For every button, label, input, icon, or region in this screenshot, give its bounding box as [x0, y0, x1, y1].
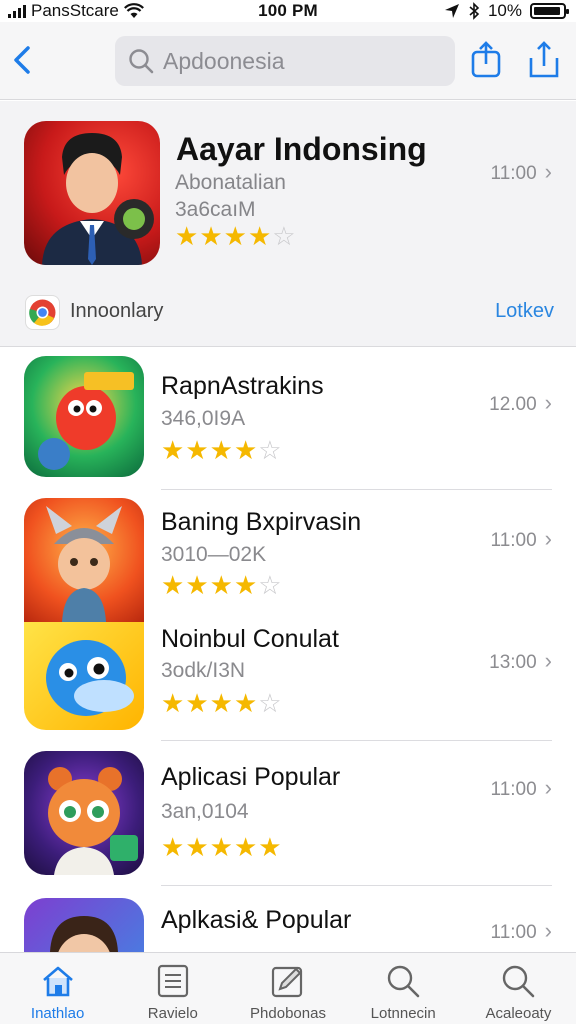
featured-app[interactable]: Aayar Indonsing Abonatalian 3a6caıM ★★★★… [0, 101, 576, 347]
battery-percent: 10% [487, 1, 522, 20]
star-filled-icon: ★ [185, 435, 210, 465]
battery-icon [530, 3, 569, 19]
chevron-right-icon: › [544, 526, 552, 551]
sub-link[interactable]: Lotkev [495, 300, 554, 323]
tab-label: Lotnnecin [370, 1005, 436, 1022]
location-icon [444, 4, 459, 18]
app-meta: 3odk/I3N [161, 659, 246, 682]
tab-edit[interactable]: Phdobonas [230, 953, 345, 1024]
list-item[interactable]: Aplicasi Popular 3an,0104 ★★★★★ 11:00 › [0, 741, 576, 885]
tab-list[interactable]: Ravielo [115, 953, 230, 1024]
app-name: Noinbul Conulat [161, 625, 339, 653]
search-icon [503, 965, 535, 998]
star-empty-icon: ☆ [258, 435, 283, 465]
app-name: Aplicasi Popular [161, 763, 341, 791]
app-name: Baning Bxpirvasin [161, 508, 362, 536]
app-time[interactable]: 13:00 › [489, 648, 552, 674]
star-filled-icon: ★ [209, 688, 234, 718]
star-filled-icon: ★ [161, 435, 186, 465]
star-filled-icon: ★ [258, 832, 283, 862]
tab-label: Acaleoaty [485, 1005, 552, 1022]
star-filled-icon: ★ [175, 221, 200, 251]
back-chevron-icon[interactable] [8, 40, 38, 80]
chevron-right-icon: › [544, 159, 552, 184]
tab-label: Phdobonas [250, 1005, 326, 1022]
share-icon[interactable] [470, 40, 502, 80]
list-item[interactable]: Aplkasi& Popular 11:00 › [0, 886, 576, 952]
list-item[interactable]: RapnAstrakins 346,0I9A ★★★★☆ 12.00 › [0, 348, 576, 488]
app-icon[interactable] [24, 898, 144, 952]
tab-search-2[interactable]: Acaleoaty [461, 953, 576, 1024]
app-meta: 3an,0104 [161, 800, 249, 823]
star-filled-icon: ★ [199, 221, 224, 251]
star-filled-icon: ★ [233, 832, 259, 862]
chevron-right-icon: › [544, 648, 552, 673]
star-filled-icon: ★ [233, 435, 259, 465]
tab-bar: Inathlao Ravielo Phdobonas Lotnnecin Aca… [0, 952, 576, 1024]
star-filled-icon: ★ [209, 832, 234, 862]
app-meta: 3010—02K [161, 543, 267, 566]
star-empty-icon: ☆ [258, 688, 283, 718]
chevron-right-icon: › [544, 918, 552, 943]
list-item[interactable]: Baning Bxpirvasin 3010—02K ★★★★☆ 11:00 › [0, 490, 576, 622]
search-icon [129, 49, 154, 74]
list-item[interactable]: Noinbul Conulat 3odk/I3N ★★★★☆ 13:00 › [0, 620, 576, 740]
rating-stars: ★★★★☆ [161, 690, 283, 717]
rating-stars: ★★★★★ [161, 834, 283, 861]
chevron-right-icon: › [544, 775, 552, 800]
chrome-icon [25, 295, 60, 330]
list-icon [157, 964, 188, 998]
app-meta: 346,0I9A [161, 407, 246, 430]
tab-label: Inathlao [30, 1005, 85, 1022]
search-field[interactable]: Apdoonesia [115, 36, 455, 86]
featured-app-title: Aayar Indonsing [176, 131, 427, 167]
app-time[interactable]: 11:00 › [491, 775, 552, 801]
star-filled-icon: ★ [185, 688, 210, 718]
app-time[interactable]: 12.00 › [489, 390, 552, 416]
star-filled-icon: ★ [247, 221, 273, 251]
star-filled-icon: ★ [185, 570, 210, 600]
star-filled-icon: ★ [233, 570, 259, 600]
rating-stars: ★★★★☆ [161, 572, 283, 599]
search-icon [388, 965, 420, 998]
tab-home[interactable]: Inathlao [0, 953, 115, 1024]
rating-stars: ★★★★☆ [175, 223, 297, 250]
app-time[interactable]: 11:00 › [491, 526, 552, 552]
upload-icon[interactable] [528, 40, 560, 80]
star-filled-icon: ★ [185, 832, 210, 862]
star-filled-icon: ★ [233, 688, 259, 718]
bluetooth-icon [469, 2, 480, 20]
app-icon[interactable] [24, 356, 144, 477]
tab-search[interactable]: Lotnnecin [346, 953, 461, 1024]
star-empty-icon: ☆ [258, 570, 283, 600]
star-empty-icon: ☆ [272, 221, 297, 251]
app-icon[interactable] [24, 622, 144, 730]
navigation-bar: Apdoonesia [0, 22, 576, 100]
search-placeholder: Apdoonesia [163, 47, 285, 74]
rating-stars: ★★★★☆ [161, 437, 283, 464]
featured-app-size: 3a6caıM [175, 198, 256, 221]
chevron-right-icon: › [544, 390, 552, 415]
edit-icon [271, 966, 303, 998]
star-filled-icon: ★ [161, 570, 186, 600]
status-bar: PansStcare 100 PM 10% [0, 0, 576, 22]
app-name: RapnAstrakins [161, 372, 324, 400]
star-filled-icon: ★ [209, 435, 234, 465]
star-filled-icon: ★ [223, 221, 248, 251]
app-icon[interactable] [24, 751, 144, 875]
app-name: Aplkasi& Popular [161, 906, 352, 934]
star-filled-icon: ★ [161, 688, 186, 718]
tab-label: Ravielo [147, 1005, 198, 1022]
home-icon [42, 966, 73, 997]
app-icon[interactable] [24, 498, 144, 622]
sub-label: Innoonlary [70, 300, 164, 322]
status-right: 10% [444, 0, 569, 22]
featured-app-time[interactable]: 11:00 › [491, 159, 552, 185]
featured-app-icon[interactable] [24, 121, 160, 265]
star-filled-icon: ★ [161, 832, 186, 862]
app-time[interactable]: 11:00 › [491, 918, 552, 944]
featured-sub-row: Innoonlary Lotkev [0, 287, 576, 337]
featured-app-subtitle: Abonatalian [175, 171, 286, 194]
star-filled-icon: ★ [209, 570, 234, 600]
